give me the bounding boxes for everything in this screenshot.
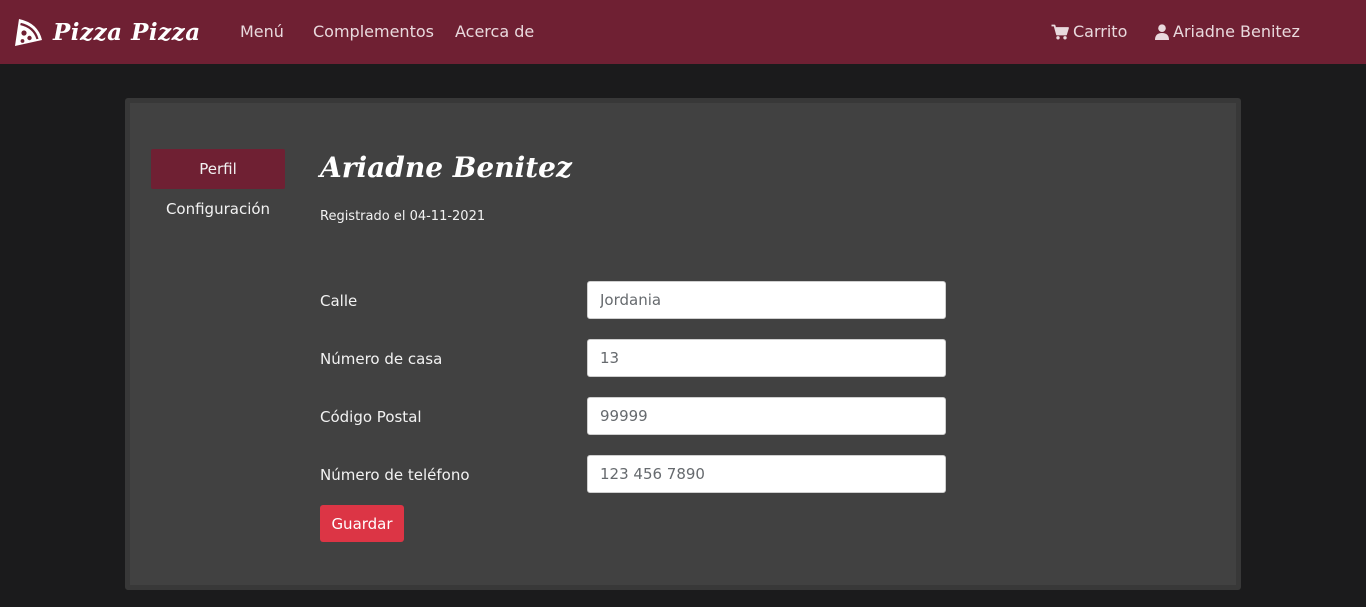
nav-link-acerca-de[interactable]: Acerca de	[455, 22, 534, 42]
profile-name: Ariadne Benitez	[320, 151, 572, 184]
brand-name: Pizza Pizza	[53, 18, 201, 46]
nav-link-complementos[interactable]: Complementos	[313, 22, 434, 42]
user-name-label: Ariadne Benitez	[1173, 22, 1300, 41]
cart-label: Carrito	[1073, 22, 1128, 41]
nav-link-menu[interactable]: Menú	[240, 22, 284, 42]
cart-link[interactable]: Carrito	[1051, 22, 1127, 42]
house-number-input[interactable]	[587, 339, 946, 377]
brand-link[interactable]: Pizza Pizza	[12, 12, 201, 52]
shopping-cart-icon	[1051, 24, 1069, 40]
user-link[interactable]: Ariadne Benitez	[1155, 22, 1300, 42]
sidebar-item-perfil[interactable]: Perfil	[151, 149, 285, 189]
street-input[interactable]	[587, 281, 946, 319]
postal-code-label: Código Postal	[320, 408, 422, 426]
pizza-slice-icon	[15, 19, 42, 46]
save-button[interactable]: Guardar	[320, 505, 404, 542]
sidebar-item-configuracion[interactable]: Configuración	[151, 189, 285, 229]
user-icon	[1155, 24, 1169, 40]
postal-code-input[interactable]	[587, 397, 946, 435]
street-label: Calle	[320, 292, 358, 310]
navbar: Pizza Pizza Menú Complementos Acerca de …	[0, 0, 1366, 64]
phone-input[interactable]	[587, 455, 946, 493]
phone-label: Número de teléfono	[320, 466, 470, 484]
registration-date: Registrado el 04-11-2021	[320, 209, 486, 224]
house-number-label: Número de casa	[320, 350, 443, 368]
profile-card: Perfil Configuración Ariadne Benitez Reg…	[125, 98, 1241, 590]
